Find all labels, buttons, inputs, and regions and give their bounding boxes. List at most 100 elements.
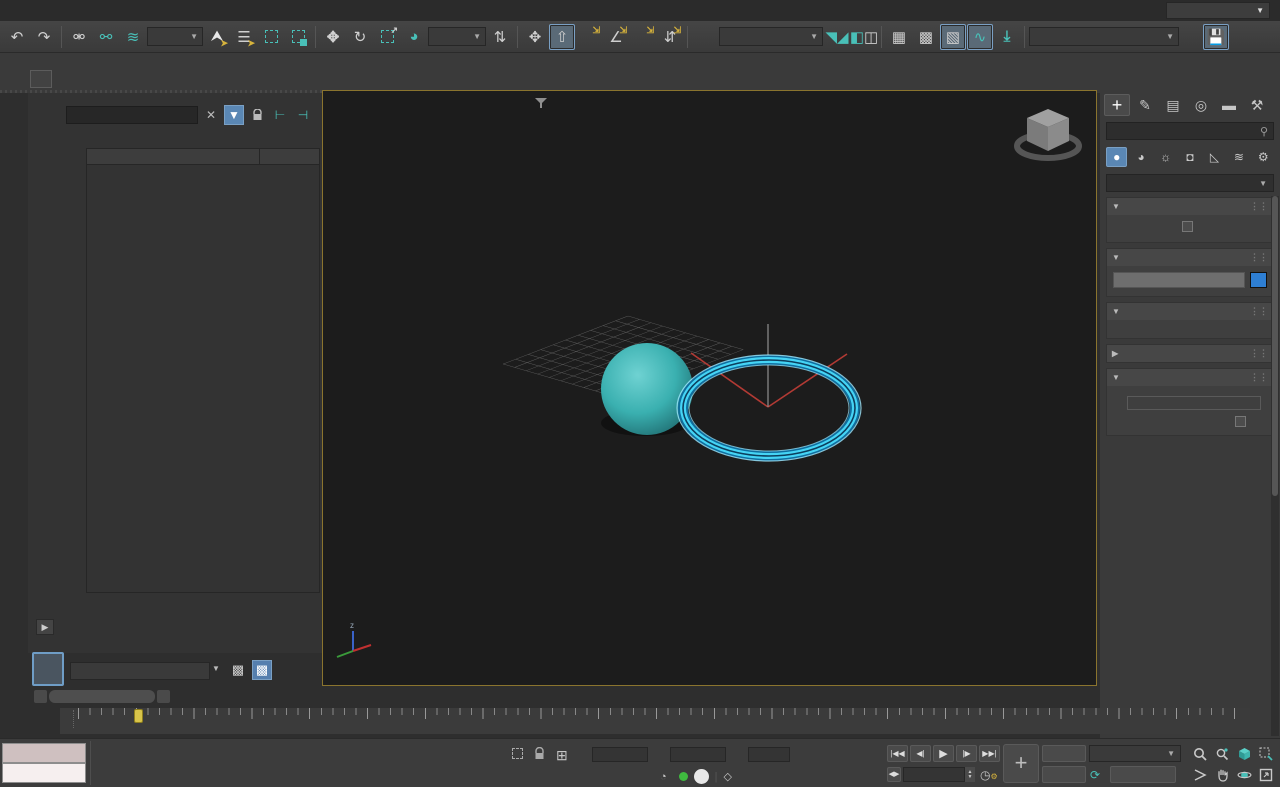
frame-spinner[interactable]: ▲▼ (965, 767, 975, 782)
select-and-place-icon[interactable]: ◕ (401, 24, 427, 50)
zoom-extents-icon[interactable] (1234, 745, 1254, 763)
zoom-region-icon[interactable] (1256, 745, 1276, 763)
selection-filter-dropdown[interactable]: ▼ (147, 27, 203, 46)
use-pivot-point-center-icon[interactable]: ⇅ (487, 24, 513, 50)
play-button[interactable]: ▶ (933, 745, 954, 762)
select-and-link-icon[interactable]: ⚮ (66, 24, 92, 50)
save-file-icon[interactable]: 💾 (1203, 24, 1229, 50)
explorer-collapse-arrow[interactable]: ▶ (36, 619, 54, 635)
primitive-category-dropdown[interactable]: ▼ (1106, 174, 1274, 192)
category-spacewarps-icon[interactable]: ≋ (1228, 147, 1249, 167)
category-lights-icon[interactable]: ☼ (1155, 147, 1176, 167)
enabled-zero-button[interactable] (694, 769, 709, 784)
transform-type-in-icon[interactable]: ⊞ (556, 747, 568, 764)
perspective-viewport[interactable]: z (322, 90, 1097, 686)
auto-key-button[interactable] (1042, 745, 1086, 762)
animation-mode-icon[interactable]: ◔ (660, 771, 667, 783)
chevron-down-icon[interactable]: ▼ (212, 664, 220, 673)
current-frame-field[interactable] (903, 767, 965, 782)
rectangular-selection-region-icon[interactable] (258, 24, 284, 50)
mirror-icon[interactable]: ◥◢ (824, 24, 850, 50)
column-header-frozen[interactable] (259, 149, 319, 164)
undo-icon[interactable]: ↶ (4, 24, 30, 50)
maxscript-mini-listener[interactable] (2, 743, 86, 763)
rollout-parameters-header[interactable]: ▼ ⋮⋮ (1107, 369, 1273, 386)
default-in-out-tangents-icon[interactable]: ⟳ (1090, 768, 1100, 782)
sphere-object[interactable] (601, 343, 693, 435)
time-configuration-icon[interactable]: ◷⚙ (980, 768, 998, 782)
tab-create[interactable]: + (1104, 94, 1130, 116)
object-name-field[interactable] (1113, 272, 1245, 288)
edit-named-selection-sets-icon[interactable] (692, 24, 718, 50)
zoom-icon[interactable] (1190, 745, 1210, 763)
collapse-tree-icon[interactable]: ⊣ (293, 105, 313, 125)
trackbar-grip[interactable] (60, 710, 74, 728)
percent-snap-icon[interactable]: ⇲ (630, 24, 656, 50)
next-key-button[interactable]: |▶ (956, 745, 977, 762)
window-crossing-toggle-icon[interactable] (285, 24, 311, 50)
torus-object[interactable] (677, 355, 861, 461)
category-helpers-icon[interactable]: ◺ (1204, 147, 1225, 167)
spinner-snap-icon[interactable]: ⇵⇲ (657, 24, 683, 50)
go-to-end-button[interactable]: ▶▶| (979, 745, 1000, 762)
search-all-objects-input[interactable]: ⚲ (1106, 122, 1274, 140)
schematic-view-icon[interactable]: ▩ (252, 660, 272, 680)
reference-coordinate-dropdown[interactable]: ▼ (428, 27, 486, 46)
go-to-start-button[interactable]: |◀◀ (887, 745, 908, 762)
tab-polygon-modeling[interactable] (30, 70, 52, 88)
unlink-selection-icon[interactable]: ⚯ (93, 24, 119, 50)
zoom-all-icon[interactable] (1212, 745, 1232, 763)
timeline-ruler[interactable] (60, 708, 1250, 734)
prev-frame-button[interactable] (34, 690, 47, 703)
lock-explorer-icon[interactable] (247, 105, 267, 125)
key-mode-toggle[interactable]: ◀▶ (887, 767, 901, 782)
keyboard-shortcut-override-icon[interactable]: ⇧ (549, 24, 575, 50)
viewcube[interactable] (1017, 109, 1079, 158)
toggle-layer-explorer-icon[interactable]: ▩ (913, 24, 939, 50)
column-header-name[interactable] (87, 149, 259, 164)
command-panel-scrollbar[interactable] (1271, 196, 1279, 736)
tab-motion[interactable]: ◎ (1188, 94, 1214, 116)
x-coordinate-field[interactable] (592, 747, 648, 762)
tab-hierarchy[interactable]: ▤ (1160, 94, 1186, 116)
category-systems-icon[interactable]: ⚙ (1253, 147, 1274, 167)
isolate-selection-icon[interactable] (512, 748, 523, 762)
object-color-swatch[interactable] (1250, 272, 1267, 288)
slice-on-checkbox[interactable] (1235, 416, 1246, 427)
rollout-creation-method-header[interactable]: ▼ ⋮⋮ (1107, 303, 1273, 320)
tab-display[interactable]: ▬ (1216, 94, 1242, 116)
select-and-manipulate-icon[interactable]: ✥ (522, 24, 548, 50)
select-object-icon[interactable]: ⮝➤ (204, 24, 230, 50)
clear-search-icon[interactable]: ✕ (201, 105, 221, 125)
tab-modify[interactable]: ✎ (1132, 94, 1158, 116)
layer-explorer-icon[interactable]: ▩ (228, 660, 248, 680)
select-and-rotate-icon[interactable]: ↻ (347, 24, 373, 50)
category-shapes-icon[interactable]: ◕ (1130, 147, 1151, 167)
set-key-button[interactable] (1042, 766, 1086, 783)
rollout-keyboard-entry-header[interactable]: ▶ ⋮⋮ (1107, 345, 1273, 362)
project-folder-dropdown[interactable]: ▼ (1029, 27, 1179, 46)
z-coordinate-field[interactable] (748, 747, 790, 762)
selection-set-dropdown[interactable]: ▼ (1089, 745, 1181, 762)
filter-funnel-icon[interactable]: ▼ (224, 105, 244, 125)
render-setup-icon[interactable]: ⤓ (994, 24, 1020, 50)
bind-to-space-warp-icon[interactable]: ≋ (120, 24, 146, 50)
next-frame-button[interactable] (157, 690, 170, 703)
field-of-view-icon[interactable] (1190, 766, 1210, 784)
time-slider[interactable] (134, 709, 143, 723)
selection-lock-icon[interactable] (534, 747, 545, 760)
set-keys-button[interactable]: + (1003, 744, 1039, 783)
scrollbar-thumb[interactable] (1272, 196, 1278, 496)
pan-hand-icon[interactable] (1212, 766, 1232, 784)
rollout-name-color-header[interactable]: ▼ ⋮⋮ (1107, 249, 1273, 266)
toolbar-overflow-icon[interactable] (1180, 24, 1202, 50)
layer-dropdown[interactable] (70, 662, 210, 680)
toolbar-overflow2-icon[interactable] (1230, 24, 1252, 50)
autogrid-checkbox[interactable] (1182, 221, 1193, 232)
y-coordinate-field[interactable] (670, 747, 726, 762)
align-icon[interactable]: ◧◫ (851, 24, 877, 50)
explorer-search-input[interactable] (66, 106, 198, 124)
redo-icon[interactable]: ↷ (31, 24, 57, 50)
maximize-viewport-icon[interactable] (1256, 766, 1276, 784)
tab-utilities[interactable]: ⚒ (1244, 94, 1270, 116)
